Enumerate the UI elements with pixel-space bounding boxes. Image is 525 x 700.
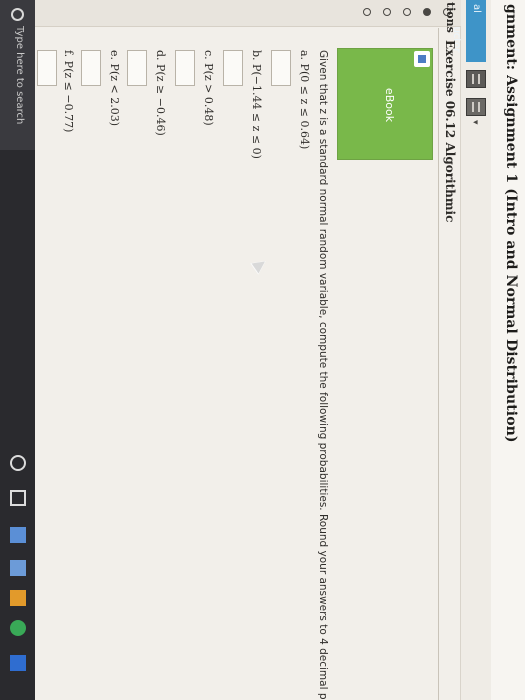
part-d-answer-input[interactable] [127, 50, 147, 86]
part-e-label: e. P(z < 2.03) [108, 50, 121, 126]
search-placeholder: Type here to search [14, 26, 25, 125]
part-e-answer-input[interactable] [81, 50, 101, 86]
part-a-label: a. P(0 ≤ z ≤ 0.64) [298, 50, 311, 150]
search-icon [11, 8, 24, 21]
part-f-answer-input[interactable] [37, 50, 57, 86]
taskbar-app-icon[interactable] [10, 560, 26, 576]
instructor-tab[interactable]: al Instructor [451, 0, 486, 62]
part-f-label: f. P(z ≤ −0.77) [62, 50, 75, 133]
nav-dot-question-5[interactable] [363, 8, 371, 16]
part-c-label: c. P(z > 0.48) [202, 50, 215, 126]
taskbar: Type here to search [0, 0, 35, 700]
taskbar-app-icon[interactable] [10, 527, 26, 543]
part-c-answer-input[interactable] [175, 50, 195, 86]
page-title: gnment: Assignment 1 (Intro and Normal D… [503, 4, 519, 443]
calculator-icon[interactable] [466, 98, 486, 116]
file-explorer-icon[interactable] [10, 590, 26, 606]
part-b-answer-input[interactable] [223, 50, 243, 86]
toolbar: al Instructor ▾ [451, 0, 491, 700]
divider [438, 28, 439, 700]
title-bar: gnment: Assignment 1 (Intro and Normal D… [490, 0, 525, 700]
task-view-icon[interactable] [10, 490, 26, 506]
word-icon[interactable] [10, 655, 26, 671]
part-d-label: d. P(z ≥ −0.46) [154, 50, 167, 136]
browser-icon[interactable] [10, 620, 26, 636]
question-nav [0, 0, 461, 27]
exercise-title: Exercise 06.12 Algorithmic [443, 40, 457, 223]
ebook-label: eBook [383, 87, 396, 123]
taskbar-search[interactable]: Type here to search [0, 0, 35, 150]
part-b-label: b. P(−1.44 ≤ z ≤ 0) [250, 50, 263, 159]
screen-canvas: gnment: Assignment 1 (Intro and Normal D… [0, 0, 525, 700]
question-text: Given that z is a standard normal random… [317, 50, 329, 700]
nav-dot-question-2[interactable] [423, 8, 431, 16]
mouse-cursor-icon [250, 255, 270, 275]
cortana-icon[interactable] [10, 455, 26, 471]
chevron-down-icon[interactable]: ▾ [470, 120, 480, 125]
nav-dot-question-4[interactable] [383, 8, 391, 16]
ebook-button[interactable]: eBook [337, 48, 433, 160]
nav-dot-question-3[interactable] [403, 8, 411, 16]
gradebook-icon[interactable] [466, 70, 486, 88]
ebook-icon [414, 51, 430, 67]
part-a-answer-input[interactable] [271, 50, 291, 86]
